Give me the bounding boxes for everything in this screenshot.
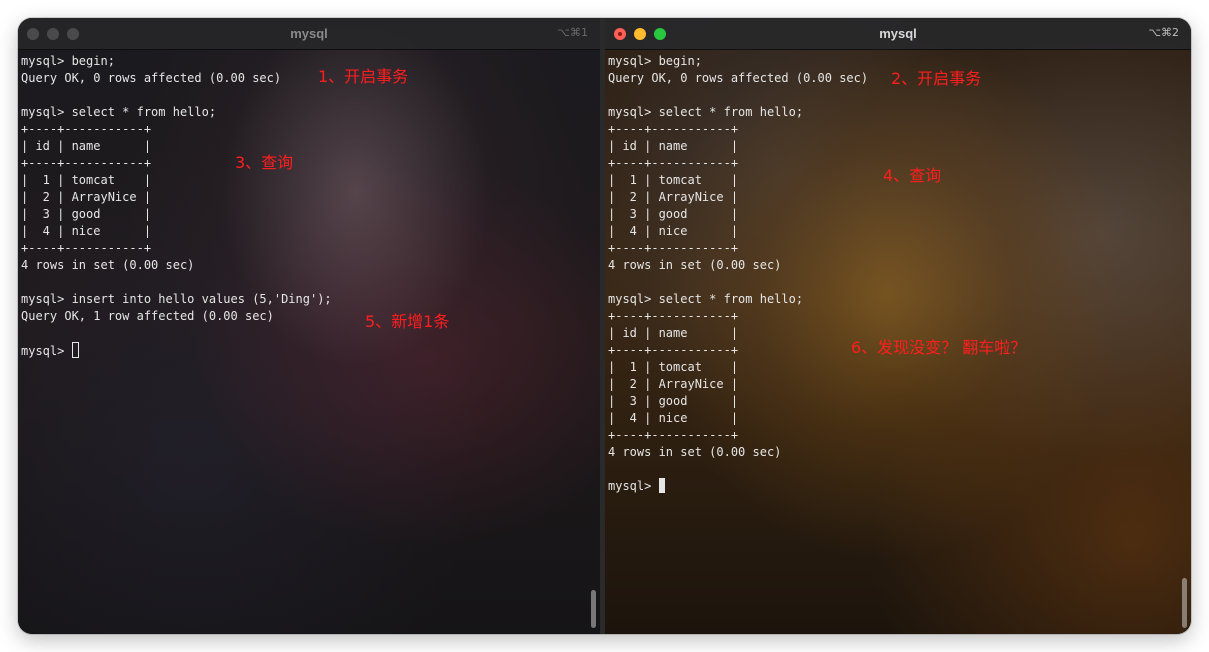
annotation-4: 4、查询 [883,166,942,185]
terminal-line: 4 rows in set (0.00 sec) [21,258,195,272]
annotation-5: 5、新增1条 [365,312,450,331]
terminal-line: +----+-----------+ [21,122,152,136]
terminal-line: +----+-----------+ [608,343,739,357]
terminal-line: +----+-----------+ [608,122,739,136]
terminal-line: | 3 | good | [608,394,739,408]
terminal-line: | 1 | tomcat | [608,360,739,374]
terminal-line: mysql> begin; [608,54,702,68]
terminal-line: mysql> insert into hello values (5,'Ding… [21,292,332,306]
scrollbar[interactable] [1182,578,1187,628]
terminal-line: +----+-----------+ [21,241,152,255]
terminal-line: Query OK, 0 rows affected (0.00 sec) [21,71,282,85]
screenshot-stage: mysql ⌥⌘1 mysql> begin; Query OK, 0 rows … [18,18,1191,634]
terminal-line: | 3 | good | [608,207,739,221]
scrollbar[interactable] [591,590,596,628]
terminal-line: +----+-----------+ [608,241,739,255]
terminal-line: | 1 | tomcat | [21,173,152,187]
terminal-line: | 2 | ArrayNice | [608,190,739,204]
cursor-icon [658,478,665,493]
terminal-line: | 4 | nice | [21,224,152,238]
annotation-6: 6、发现没变？ 翻车啦？ [851,338,1027,357]
terminal-line: mysql> select * from hello; [608,292,804,306]
terminal-line: | 3 | good | [21,207,152,221]
terminal-output[interactable]: mysql> begin; Query OK, 0 rows affected (… [608,53,868,495]
prompt-line[interactable]: mysql> [608,478,868,495]
terminal-line: | id | name | [608,139,739,153]
terminal-line: | 1 | tomcat | [608,173,739,187]
terminal-line: | 2 | ArrayNice | [608,377,739,391]
title-bar[interactable]: mysql ⌥⌘1 [18,18,600,50]
window-shortcut: ⌥⌘2 [1148,26,1179,39]
window-title: mysql [879,26,917,41]
terminal-line: +----+-----------+ [608,309,739,323]
annotation-3: 3、查询 [235,153,294,172]
prompt-text: mysql> [608,479,659,493]
terminal-line: +----+-----------+ [608,428,739,442]
title-bar[interactable]: mysql ⌥⌘2 [605,18,1191,50]
cursor-icon [71,342,79,358]
terminal-line: | 4 | nice | [608,411,739,425]
terminal-window-2[interactable]: mysql ⌥⌘2 mysql> begin; Query OK, 0 rows … [605,18,1191,634]
terminal-window-1[interactable]: mysql ⌥⌘1 mysql> begin; Query OK, 0 rows … [18,18,600,634]
terminal-line: Query OK, 1 row affected (0.00 sec) [21,309,274,323]
terminal-line: | id | name | [608,326,739,340]
terminal-line: | 4 | nice | [608,224,739,238]
terminal-line: mysql> select * from hello; [608,105,804,119]
annotation-2: 2、开启事务 [891,69,982,88]
terminal-line: +----+-----------+ [608,156,739,170]
terminal-line: 4 rows in set (0.00 sec) [608,445,782,459]
annotation-1: 1、开启事务 [318,67,409,86]
terminal-line: Query OK, 0 rows affected (0.00 sec) [608,71,869,85]
terminal-line: | 2 | ArrayNice | [21,190,152,204]
window-title: mysql [290,26,328,41]
prompt-text: mysql> [21,344,72,358]
terminal-line: mysql> select * from hello; [21,105,217,119]
terminal-line: mysql> begin; [21,54,115,68]
terminal-line: 4 rows in set (0.00 sec) [608,258,782,272]
window-shortcut: ⌥⌘1 [557,26,588,39]
terminal-output[interactable]: mysql> begin; Query OK, 0 rows affected (… [21,53,332,359]
prompt-line[interactable]: mysql> [21,342,332,359]
